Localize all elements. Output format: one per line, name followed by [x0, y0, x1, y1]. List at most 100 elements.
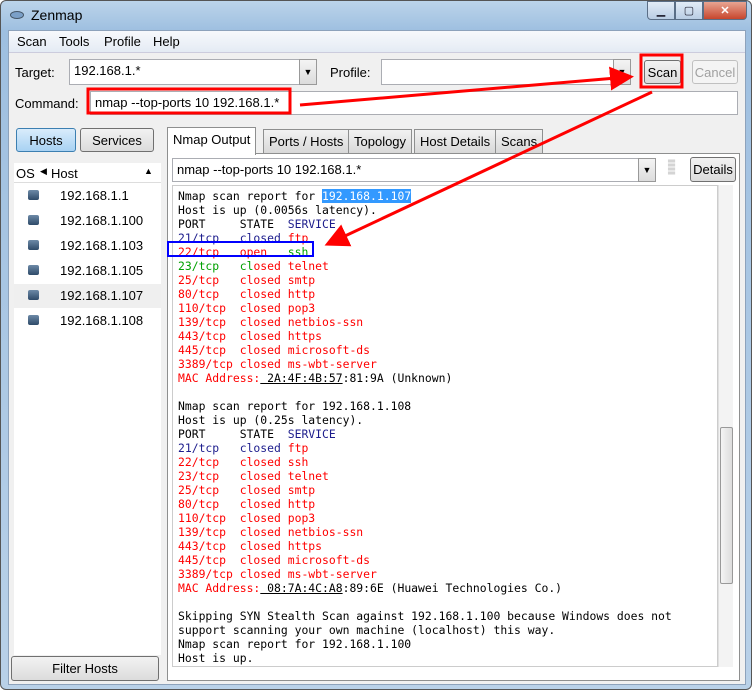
drag-handle-icon[interactable]: ═ ═ ═ ═: [668, 157, 675, 179]
output-line: Nmap scan report for 192.168.1.108: [178, 399, 717, 413]
target-dropdown-button[interactable]: ▼: [299, 59, 317, 85]
output-segment: :89:6E (Huawei Technologies Co.): [342, 581, 563, 595]
output-selector-dropdown[interactable]: ▼: [638, 158, 656, 182]
output-line: 445/tcp closed microsoft-ds: [178, 553, 717, 567]
host-row[interactable]: 192.168.1.107: [14, 284, 161, 308]
command-label: Command:: [15, 96, 79, 111]
host-row[interactable]: 192.168.1.103: [14, 234, 161, 258]
column-host[interactable]: Host: [51, 166, 78, 181]
output-segment: 23/tcp closed telnet: [178, 469, 329, 483]
os-unknown-icon: [28, 290, 39, 300]
output-line: PORT STATE SERVICE: [178, 427, 717, 441]
menu-tools[interactable]: Tools: [59, 34, 89, 49]
os-unknown-icon: [28, 240, 39, 250]
output-line: 25/tcp closed smtp: [178, 273, 717, 287]
nmap-output-text[interactable]: Nmap scan report for 192.168.1.107 Host i…: [172, 185, 718, 667]
os-unknown-icon: [28, 215, 39, 225]
output-line: 22/tcp closed ssh: [178, 455, 717, 469]
output-segment: PORT STATE: [178, 427, 288, 441]
output-line: 80/tcp closed http: [178, 497, 717, 511]
maximize-button[interactable]: ▢: [675, 1, 703, 20]
host-ip: 192.168.1.1: [60, 188, 129, 203]
output-segment: osed telnet: [253, 259, 329, 273]
output-line: 22/tcp open ssh: [178, 245, 717, 259]
output-segment: 25/tcp closed smtp: [178, 273, 316, 287]
tab-scans[interactable]: Scans: [495, 129, 544, 153]
output-line: 445/tcp closed microsoft-ds: [178, 343, 717, 357]
output-line: 139/tcp closed netbios-ssn: [178, 315, 717, 329]
output-segment: 139/tcp closed netbios-ssn: [178, 525, 364, 539]
output-line: support scanning your own machine (local…: [178, 623, 717, 637]
output-segment: 192.168.1.107: [322, 189, 412, 203]
tab-host-details[interactable]: Host Details: [414, 129, 497, 153]
output-line: Host is up (0.25s latency).: [178, 413, 717, 427]
output-segment: Host is up.: [178, 651, 254, 665]
services-button[interactable]: Services: [80, 128, 154, 152]
tab-ports-hosts[interactable]: Ports / Hosts: [263, 129, 350, 153]
host-row[interactable]: 192.168.1.1: [14, 184, 161, 208]
output-segment: ftp: [287, 231, 309, 245]
output-line: 110/tcp closed pop3: [178, 301, 717, 315]
output-segment: PORT STATE: [178, 217, 288, 231]
output-line: MAC Address: 2A:4F:4B:57:81:9A (Unknown): [178, 371, 717, 385]
profile-select[interactable]: [381, 59, 614, 85]
output-line: 3389/tcp closed ms-wbt-server: [178, 357, 717, 371]
minimize-button[interactable]: ▁: [647, 1, 675, 20]
output-scrollbar[interactable]: [718, 185, 733, 667]
target-input[interactable]: 192.168.1.*: [69, 59, 300, 85]
host-row[interactable]: 192.168.1.100: [14, 209, 161, 233]
output-line: 80/tcp closed http: [178, 287, 717, 301]
close-button[interactable]: ✕: [703, 1, 747, 20]
host-ip: 192.168.1.100: [60, 213, 144, 228]
tab-topology[interactable]: Topology: [348, 129, 413, 153]
output-segment: Nmap scan report for 192.168.1.108: [178, 399, 412, 413]
host-row[interactable]: 192.168.1.108: [14, 309, 161, 333]
output-segment: PORT STATE SERVICE: [178, 665, 336, 666]
output-line: Skipping SYN Stealth Scan against 192.16…: [178, 609, 717, 623]
output-segment: Host is up (0.25s latency).: [178, 413, 364, 427]
scan-button[interactable]: Scan: [644, 60, 681, 84]
column-os[interactable]: OS: [16, 166, 35, 181]
output-segment: 80/tcp closed http: [178, 497, 316, 511]
output-segment: 22/tcp closed ssh: [178, 455, 309, 469]
output-line: Nmap scan report for 192.168.1.100: [178, 637, 717, 651]
host-list: OS ◀ Host ▲ 192.168.1.1 192.168.1.100 192.…: [14, 163, 161, 655]
output-segment: 443/tcp closed https: [178, 329, 323, 343]
scrollbar-thumb[interactable]: [720, 427, 733, 584]
menu-profile[interactable]: Profile: [104, 34, 141, 49]
os-unknown-icon: [28, 315, 39, 325]
output-line: Host is up.: [178, 651, 717, 665]
output-segment: 21/tcp closed: [178, 441, 288, 455]
output-segment: 443/tcp closed https: [178, 539, 323, 553]
host-row[interactable]: 192.168.1.105: [14, 259, 161, 283]
filter-hosts-button[interactable]: Filter Hosts: [11, 656, 159, 681]
output-segment: 139/tcp closed netbios-ssn: [178, 315, 364, 329]
menu-help[interactable]: Help: [153, 34, 180, 49]
output-segment: MAC Address:: [178, 581, 261, 595]
output-line: 139/tcp closed netbios-ssn: [178, 525, 717, 539]
output-segment: 22/tcp open: [178, 245, 288, 259]
tab-nmap-output[interactable]: Nmap Output: [167, 127, 257, 155]
sort-left-icon: ◀: [40, 166, 47, 176]
details-button[interactable]: Details: [690, 157, 736, 182]
output-segment: ftp: [287, 441, 309, 455]
output-segment: 3389/tcp closed ms-wbt-server: [178, 357, 377, 371]
profile-dropdown-button[interactable]: ▼: [613, 59, 631, 85]
menu-scan[interactable]: Scan: [17, 34, 47, 49]
hosts-button[interactable]: Hosts: [16, 128, 76, 152]
output-segment: support scanning your own machine (local…: [178, 623, 556, 637]
host-ip: 192.168.1.103: [60, 238, 144, 253]
os-unknown-icon: [28, 265, 39, 275]
sort-up-icon: ▲: [144, 166, 153, 176]
output-line: 23/tcp closed telnet: [178, 469, 717, 483]
command-input[interactable]: nmap --top-ports 10 192.168.1.*: [90, 91, 738, 115]
output-segment: 445/tcp closed microsoft-ds: [178, 553, 371, 567]
output-line: 443/tcp closed https: [178, 539, 717, 553]
cancel-button[interactable]: Cancel: [692, 60, 738, 84]
zenmap-logo-icon: [10, 11, 24, 19]
output-segment: 110/tcp closed pop3: [178, 301, 316, 315]
output-line: Host is up (0.0056s latency).: [178, 203, 717, 217]
output-line: 3389/tcp closed ms-wbt-server: [178, 567, 717, 581]
output-scan-selector[interactable]: nmap --top-ports 10 192.168.1.*: [172, 158, 640, 182]
